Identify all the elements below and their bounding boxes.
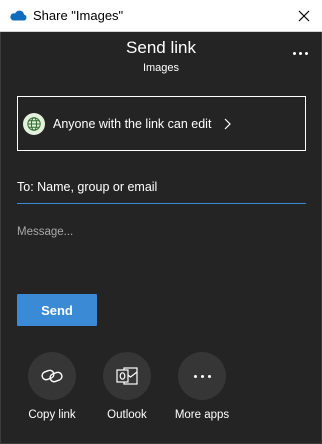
window-titlebar: Share "Images" — [0, 0, 322, 32]
link-permission-selector[interactable]: Anyone with the link can edit — [17, 96, 306, 151]
send-button[interactable]: Send — [17, 294, 97, 326]
more-apps-button[interactable]: More apps — [167, 352, 237, 432]
more-apps-icon — [178, 352, 226, 400]
permission-label: Anyone with the link can edit — [53, 116, 212, 131]
more-apps-label: More apps — [174, 409, 230, 421]
window-title: Share "Images" — [33, 8, 124, 23]
copy-link-label: Copy link — [28, 409, 76, 421]
onedrive-cloud-icon — [10, 10, 27, 21]
more-options-button[interactable] — [288, 44, 312, 62]
more-horizontal-icon — [292, 51, 296, 55]
close-button[interactable] — [286, 0, 322, 32]
copy-link-button[interactable]: Copy link — [17, 352, 87, 432]
recipients-input[interactable]: To: Name, group or email — [17, 178, 306, 204]
outlook-label: Outlook — [107, 409, 147, 421]
link-icon — [28, 352, 76, 400]
recipients-placeholder: To: Name, group or email — [17, 180, 158, 194]
message-placeholder: Message... — [17, 226, 74, 238]
close-icon — [298, 10, 310, 22]
item-name: Images — [142, 62, 180, 74]
message-input[interactable]: Message... — [17, 225, 306, 285]
outlook-button[interactable]: Outlook — [92, 352, 162, 432]
outlook-icon — [103, 352, 151, 400]
send-button-label: Send — [41, 302, 73, 318]
globe-icon — [23, 112, 45, 135]
chevron-right-icon — [223, 117, 233, 131]
dialog-title: Send link — [126, 38, 196, 57]
